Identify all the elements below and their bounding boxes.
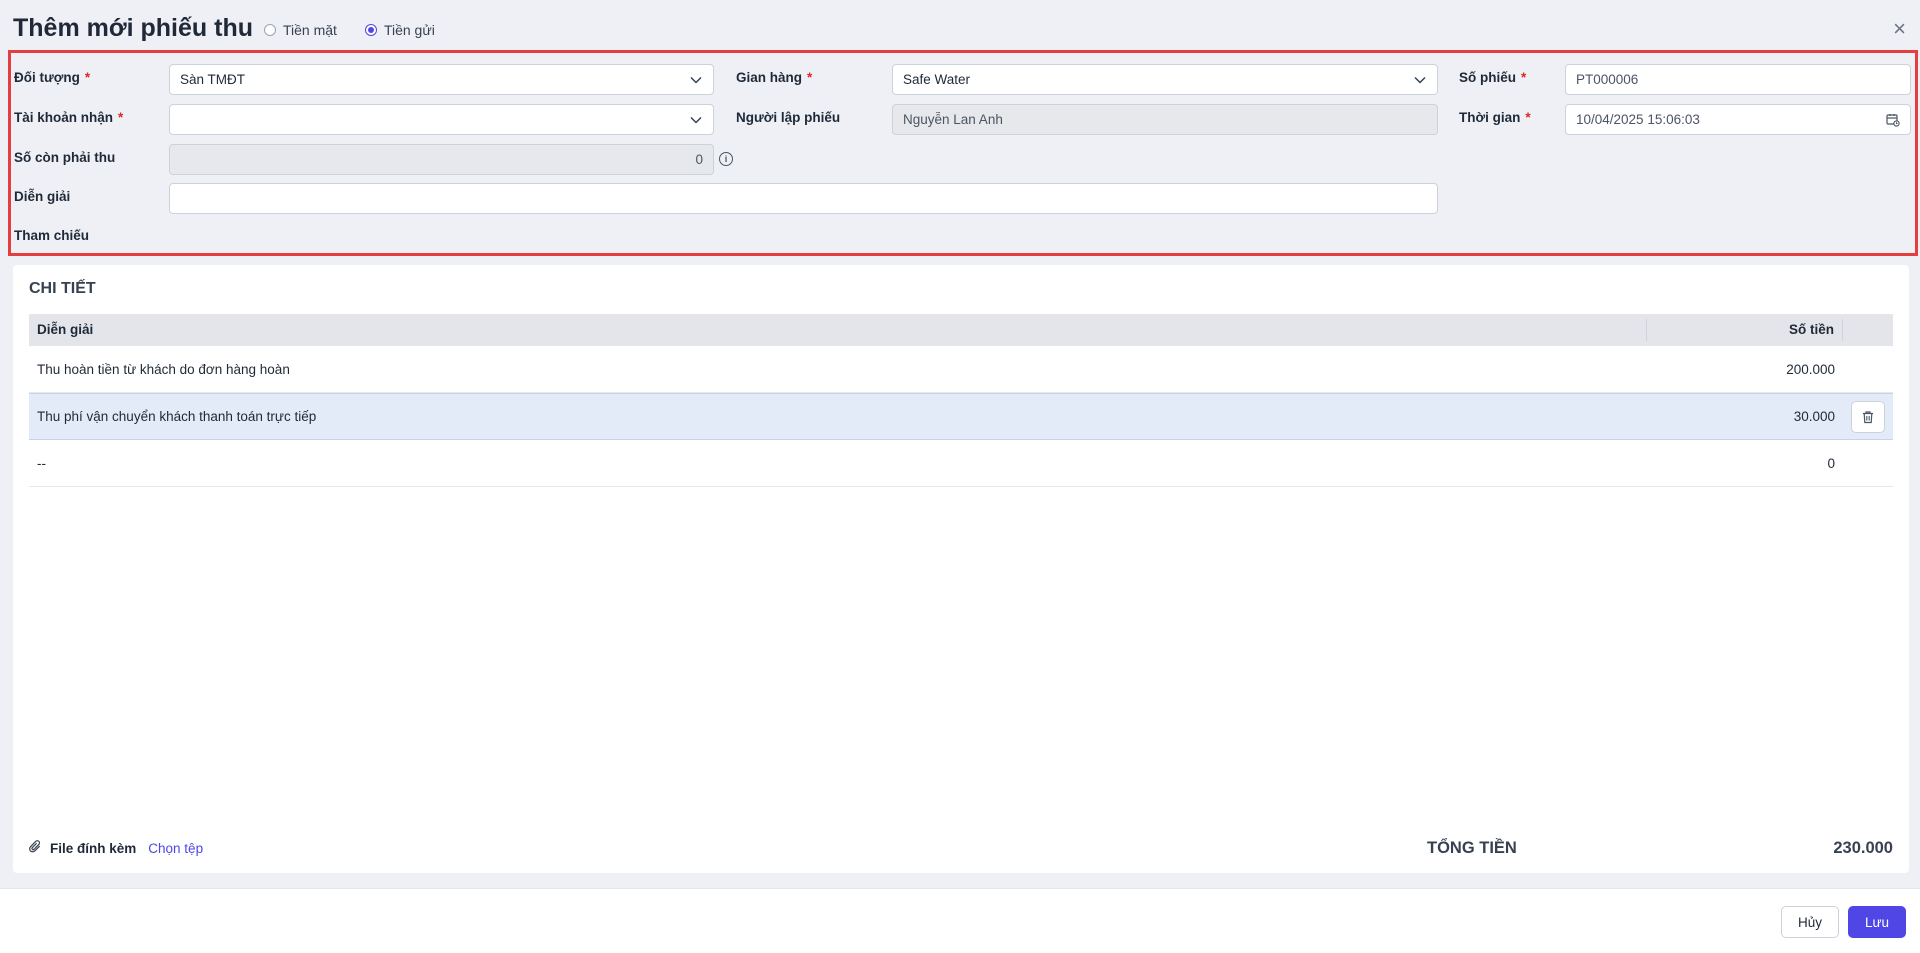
column-header-so-tien: Số tiền: [1647, 319, 1843, 341]
row-desc[interactable]: Thu hoàn tiền từ khách do đơn hàng hoàn: [29, 362, 1647, 377]
radio-tien-gui[interactable]: Tiền gửi: [364, 22, 435, 38]
thoi-gian-picker[interactable]: 10/04/2025 15:06:03: [1565, 104, 1911, 135]
gian-hang-value: Safe Water: [903, 72, 971, 87]
choose-file-link[interactable]: Chọn tệp: [148, 841, 203, 856]
label-so-phieu: Số phiếu *: [1459, 70, 1527, 85]
tai-khoan-nhan-select[interactable]: [169, 104, 714, 135]
radio-label: Tiền mặt: [283, 22, 337, 38]
label-thoi-gian: Thời gian *: [1459, 110, 1531, 125]
label-tham-chieu: Tham chiếu: [14, 228, 90, 243]
trash-icon: [1863, 410, 1873, 423]
page-title: Thêm mới phiếu thu: [13, 14, 253, 42]
nguoi-lap-phieu-field: Nguyễn Lan Anh: [892, 104, 1438, 135]
thoi-gian-value: 10/04/2025 15:06:03: [1576, 112, 1700, 127]
radio-checked-icon[interactable]: [364, 24, 377, 36]
receipt-form: Đối tượng * Sàn TMĐT Tài khoản nhận * Số c…: [8, 50, 1918, 256]
so-phieu-value: PT000006: [1576, 72, 1639, 87]
close-icon[interactable]: ×: [1893, 18, 1906, 40]
doi-tuong-select[interactable]: Sàn TMĐT: [169, 64, 714, 95]
label-gian-hang: Gian hàng *: [736, 70, 813, 85]
chevron-down-icon: [689, 113, 703, 127]
save-button[interactable]: Lưu: [1848, 906, 1906, 938]
label-doi-tuong: Đối tượng *: [14, 70, 91, 85]
calendar-clock-icon[interactable]: [1886, 113, 1900, 127]
row-amount[interactable]: 30.000: [1647, 409, 1843, 424]
label-tai-khoan-nhan: Tài khoản nhận *: [14, 110, 124, 125]
attachment-label: File đính kèm: [50, 840, 137, 856]
total-label: TỔNG TIỀN: [1427, 839, 1517, 857]
radio-label: Tiền gửi: [383, 22, 435, 38]
attachment-area: File đính kèm Chọn tệp: [29, 840, 203, 856]
dialog-footer: Hủy Lưu: [0, 888, 1920, 953]
payment-type-group: Tiền mặt Tiền gửi: [264, 22, 435, 38]
detail-panel: CHI TIẾT Diễn giải Số tiền Thu hoàn tiền…: [13, 265, 1909, 873]
label-nguoi-lap-phieu: Người lập phiếu: [736, 110, 841, 125]
row-amount[interactable]: 200.000: [1647, 362, 1843, 377]
cancel-button[interactable]: Hủy: [1781, 906, 1839, 938]
total-value: 230.000: [1833, 839, 1893, 857]
radio-tien-mat[interactable]: Tiền mặt: [264, 22, 337, 38]
detail-table: Diễn giải Số tiền Thu hoàn tiền từ khách…: [29, 314, 1893, 487]
chevron-down-icon: [1413, 73, 1427, 87]
radio-unchecked-icon[interactable]: [264, 24, 276, 36]
paperclip-icon: [29, 840, 42, 856]
column-header-dien-giai: Diễn giải: [29, 319, 1647, 341]
row-amount[interactable]: 0: [1647, 456, 1843, 471]
table-row[interactable]: Thu phí vận chuyển khách thanh toán trực…: [29, 393, 1893, 440]
info-icon[interactable]: i: [719, 152, 733, 166]
table-header: Diễn giải Số tiền: [29, 314, 1893, 346]
row-desc[interactable]: Thu phí vận chuyển khách thanh toán trực…: [29, 409, 1647, 424]
delete-row-button[interactable]: [1851, 400, 1885, 433]
doi-tuong-value: Sàn TMĐT: [180, 72, 246, 87]
label-dien-giai: Diễn giải: [14, 189, 71, 204]
dien-giai-input[interactable]: [169, 183, 1438, 214]
nguoi-lap-phieu-value: Nguyễn Lan Anh: [903, 112, 1003, 127]
label-so-con-phai-thu: Số còn phải thu: [14, 150, 116, 165]
table-row[interactable]: -- 0: [29, 440, 1893, 487]
so-phieu-input[interactable]: PT000006: [1565, 64, 1911, 95]
so-con-phai-thu-value: 0: [695, 152, 703, 167]
section-title: CHI TIẾT: [29, 280, 96, 297]
so-con-phai-thu-field: 0: [169, 144, 714, 175]
row-desc[interactable]: --: [29, 456, 1647, 471]
table-row[interactable]: Thu hoàn tiền từ khách do đơn hàng hoàn …: [29, 346, 1893, 393]
chevron-down-icon: [689, 73, 703, 87]
gian-hang-select[interactable]: Safe Water: [892, 64, 1438, 95]
